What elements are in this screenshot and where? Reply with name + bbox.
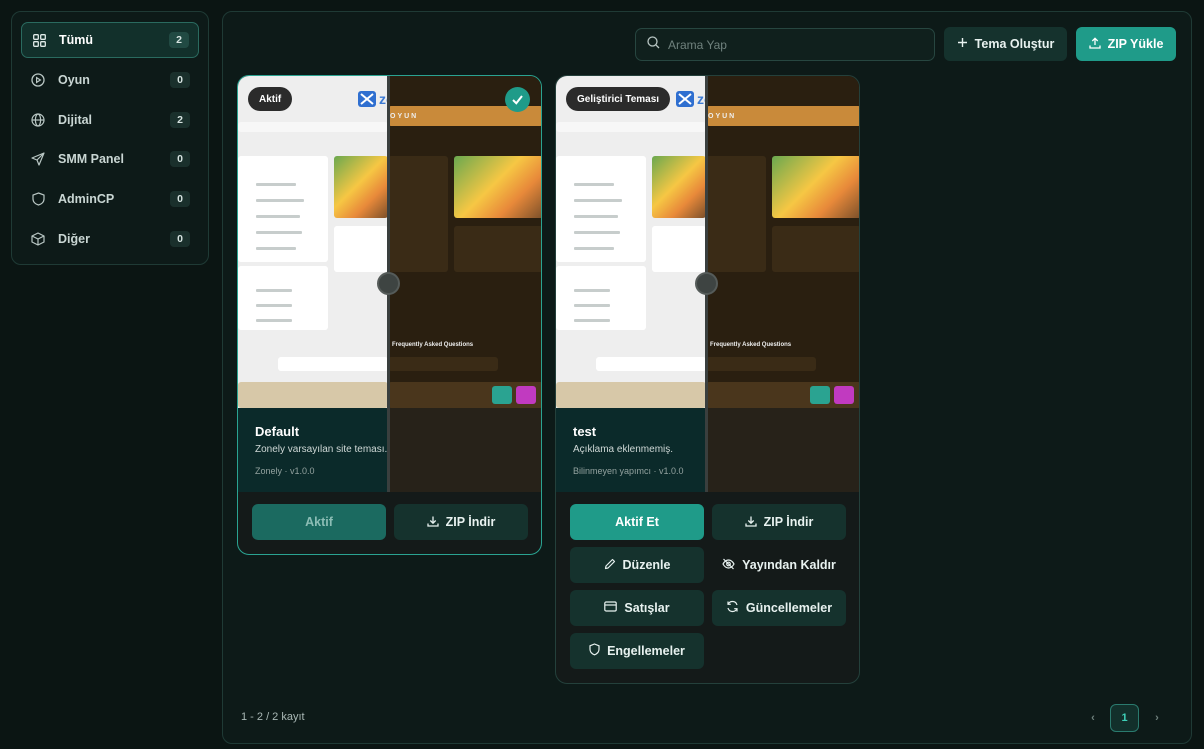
status-badge: Aktif	[248, 87, 293, 111]
edit-button[interactable]: Düzenle	[570, 547, 704, 583]
theme-actions: Aktif Et ZIP İndir Düzenle Yayından Kald…	[556, 492, 859, 683]
sidebar-item-label: Tümü	[59, 33, 94, 47]
sidebar-item-label: Oyun	[58, 72, 90, 87]
search-box[interactable]	[635, 28, 935, 61]
sidebar-item-label: Dijital	[58, 112, 93, 127]
box-icon	[30, 231, 46, 247]
create-theme-button[interactable]: Tema Oluştur	[944, 27, 1067, 61]
theme-preview[interactable]: zonely OYUN Frequently Asked Questions A…	[238, 76, 541, 492]
shield-icon	[589, 643, 600, 659]
credit-card-icon	[604, 601, 618, 615]
theme-actions: Aktif ZIP İndir	[238, 492, 541, 554]
upload-zip-button[interactable]: ZIP Yükle	[1076, 27, 1176, 61]
download-label: ZIP İndir	[445, 515, 496, 529]
count-badge: 2	[170, 111, 190, 128]
next-page-button[interactable]: ›	[1147, 704, 1167, 732]
record-info: 1 - 2 / 2 kayıt	[241, 711, 305, 723]
sidebar-item-oyun[interactable]: Oyun 0	[21, 62, 199, 98]
sidebar-item-diger[interactable]: Diğer 0	[21, 221, 199, 257]
active-button[interactable]: Aktif	[252, 504, 386, 540]
preview-faq: Frequently Asked Questions	[392, 342, 474, 348]
count-badge: 0	[170, 71, 190, 88]
download-icon	[744, 515, 757, 530]
blocks-button[interactable]: Engellemeler	[570, 633, 704, 669]
theme-meta: Zonely · v1.0.0	[255, 466, 315, 476]
theme-description: Açıklama eklenmemiş.	[573, 444, 674, 455]
theme-description: Zonely varsayılan site teması.	[255, 444, 388, 455]
shield-icon	[30, 191, 46, 207]
preview-faq: Frequently Asked Questions	[710, 342, 792, 348]
activate-label: Aktif Et	[615, 515, 659, 529]
sidebar-item-admincp[interactable]: AdminCP 0	[21, 181, 199, 217]
create-theme-label: Tema Oluştur	[974, 37, 1055, 51]
search-icon	[647, 35, 660, 54]
theme-card-test: zonely OYUN Frequently Asked Questions G…	[555, 75, 860, 684]
count-badge: 0	[170, 151, 190, 168]
sales-label: Satışlar	[624, 601, 670, 615]
compare-slider-handle[interactable]	[695, 272, 718, 295]
sidebar-item-smm-panel[interactable]: SMM Panel 0	[21, 141, 199, 177]
preview-heading: OYUN	[708, 113, 737, 120]
theme-card-default: zonely OYUN Frequently Asked Questions A…	[237, 75, 542, 555]
zip-download-button[interactable]: ZIP İndir	[712, 504, 846, 540]
grid-icon	[31, 32, 47, 48]
sidebar-item-label: Diğer	[58, 231, 90, 246]
sidebar-item-label: SMM Panel	[58, 152, 124, 167]
plus-icon	[957, 37, 968, 51]
edit-label: Düzenle	[622, 558, 671, 572]
play-circle-icon	[30, 72, 46, 88]
blocks-label: Engellemeler	[607, 644, 685, 658]
active-label: Aktif	[305, 515, 333, 529]
page-1-button[interactable]: 1	[1110, 704, 1139, 732]
refresh-icon	[726, 600, 739, 616]
prev-page-button[interactable]: ‹	[1083, 704, 1103, 732]
upload-zip-label: ZIP Yükle	[1107, 37, 1164, 51]
themes-panel: Tema Oluştur ZIP Yükle	[222, 11, 1192, 744]
pencil-icon	[604, 558, 616, 573]
updates-button[interactable]: Güncellemeler	[712, 590, 846, 626]
count-badge: 2	[169, 32, 189, 48]
count-badge: 0	[170, 230, 190, 247]
unpublish-button[interactable]: Yayından Kaldır	[712, 547, 846, 583]
preview-heading: OYUN	[390, 113, 419, 120]
unpublish-label: Yayından Kaldır	[742, 558, 836, 572]
zip-download-button[interactable]: ZIP İndir	[394, 504, 528, 540]
theme-name: test	[573, 424, 597, 439]
theme-meta: Bilinmeyen yapımcı · v1.0.0	[573, 466, 684, 476]
active-check-icon	[505, 87, 530, 112]
sidebar-item-dijital[interactable]: Dijital 2	[21, 102, 199, 138]
download-label: ZIP İndir	[763, 515, 814, 529]
count-badge: 0	[170, 191, 190, 208]
theme-preview[interactable]: zonely OYUN Frequently Asked Questions G…	[556, 76, 859, 492]
category-sidebar: Tümü 2 Oyun 0 Dijital 2 SMM Panel 0 Admi…	[11, 11, 209, 265]
sidebar-item-tumu[interactable]: Tümü 2	[21, 22, 199, 58]
upload-icon	[1088, 36, 1101, 52]
globe-icon	[30, 112, 46, 128]
activate-button[interactable]: Aktif Et	[570, 504, 704, 540]
search-input[interactable]	[668, 37, 918, 52]
eye-off-icon	[722, 558, 735, 573]
download-icon	[426, 515, 439, 530]
compare-slider-handle[interactable]	[377, 272, 400, 295]
sales-button[interactable]: Satışlar	[570, 590, 704, 626]
sidebar-item-label: AdminCP	[58, 192, 115, 207]
send-icon	[30, 151, 46, 167]
status-badge: Geliştirici Teması	[566, 87, 671, 111]
updates-label: Güncellemeler	[745, 601, 833, 615]
theme-name: Default	[255, 424, 300, 439]
